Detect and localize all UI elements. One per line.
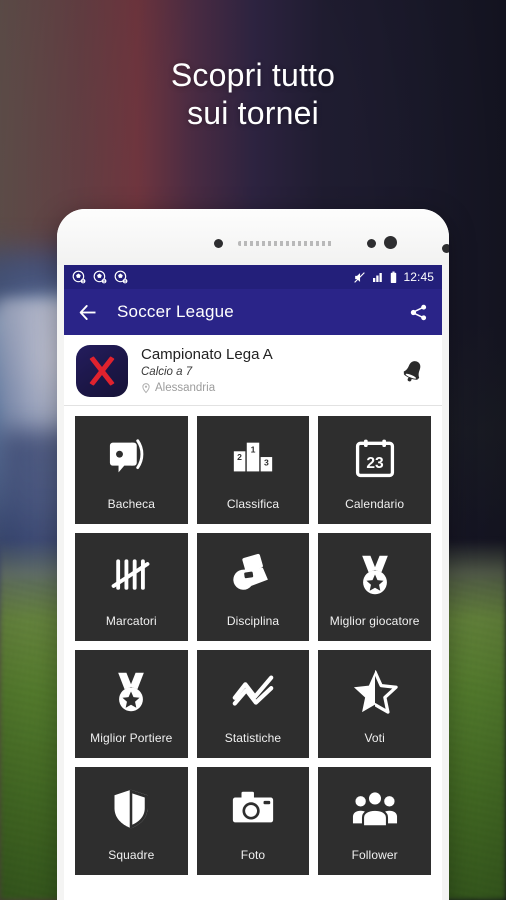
tile-miglior-portiere[interactable]: Miglior Portiere — [75, 650, 188, 758]
league-header-card[interactable]: Campionato Lega A Calcio a 7 Alessandria — [64, 335, 442, 406]
tile-label: Marcatori — [105, 614, 157, 628]
status-bar-system: 12:45 — [353, 271, 434, 284]
tile-foto[interactable]: Foto — [196, 767, 310, 875]
led-indicator-icon — [442, 244, 449, 253]
line-chart-icon — [230, 666, 276, 718]
page-title: Soccer League — [117, 302, 234, 321]
league-format: Calcio a 7 — [141, 365, 193, 378]
tile-squadre[interactable]: Squadre — [75, 767, 188, 875]
soccer-ball-notification-icon — [114, 270, 128, 284]
tile-marcatori[interactable]: Marcatori — [75, 533, 188, 641]
promo-headline: Scopri tutto sui tornei — [0, 56, 506, 132]
svg-text:3: 3 — [264, 458, 269, 468]
soccer-ball-notification-icon — [93, 270, 107, 284]
promo-screenshot: Scopri tutto sui tornei 12:45 Soccer Lea… — [0, 0, 506, 900]
status-bar-notifications — [72, 270, 128, 284]
proximity-sensor-icon — [214, 239, 223, 248]
shield-icon — [109, 783, 153, 835]
whistle-cards-icon — [230, 549, 276, 601]
tile-label: Miglior giocatore — [329, 614, 420, 628]
podium-icon: 2 1 3 — [230, 432, 276, 484]
back-arrow-icon[interactable] — [78, 302, 99, 323]
earpiece-speaker — [238, 241, 334, 246]
location-pin-icon — [141, 382, 151, 394]
front-camera-icon — [384, 236, 397, 249]
tile-label: Bacheca — [107, 497, 156, 511]
tile-label: Miglior Portiere — [90, 731, 173, 745]
phone-mockup: 12:45 Soccer League Campionato Lega A Ca… — [57, 209, 449, 900]
tile-label: Foto — [240, 848, 266, 862]
league-info: Campionato Lega A Calcio a 7 Alessandria — [141, 346, 392, 396]
svg-text:23: 23 — [366, 455, 384, 472]
tile-bacheca[interactable]: Bacheca — [75, 416, 188, 524]
tile-label: Follower — [351, 848, 398, 862]
people-group-icon — [352, 783, 398, 835]
tile-follower[interactable]: Follower — [318, 767, 431, 875]
tile-label: Squadre — [108, 848, 155, 862]
medal-star-icon — [353, 549, 397, 601]
league-name: Campionato Lega A — [141, 345, 273, 363]
tile-voti[interactable]: Voti — [318, 650, 431, 758]
soccer-ball-notification-icon — [72, 270, 86, 284]
tile-statistiche[interactable]: Statistiche — [196, 650, 310, 758]
tile-disciplina[interactable]: Disciplina — [196, 533, 310, 641]
tile-label: Statistiche — [224, 731, 282, 745]
status-bar-clock: 12:45 — [403, 270, 434, 284]
promo-headline-line1: Scopri tutto — [170, 57, 336, 93]
medal-star-icon — [109, 666, 153, 718]
announcement-icon — [108, 432, 154, 484]
tile-miglior-giocatore[interactable]: Miglior giocatore — [318, 533, 431, 641]
tally-marks-icon — [109, 549, 153, 601]
share-icon[interactable] — [409, 303, 428, 322]
tile-calendario[interactable]: 23 Calendario — [318, 416, 431, 524]
tile-label: Calendario — [345, 497, 405, 511]
league-location-label: Alessandria — [155, 381, 216, 394]
phone-bezel-top — [57, 209, 449, 265]
tile-label: Voti — [364, 731, 385, 745]
app-bar: Soccer League — [64, 289, 442, 335]
tile-label: Classifica — [226, 497, 280, 511]
camera-icon — [230, 783, 276, 835]
calendar-icon: 23 — [353, 432, 397, 484]
bell-icon[interactable] — [392, 358, 430, 384]
tile-label: Disciplina — [226, 614, 280, 628]
phone-screen: 12:45 Soccer League Campionato Lega A Ca… — [64, 265, 442, 900]
svg-text:1: 1 — [251, 444, 256, 454]
promo-headline-line2: sui tornei — [187, 95, 319, 131]
signal-icon — [373, 273, 383, 282]
half-star-icon — [352, 666, 398, 718]
tile-classifica[interactable]: 2 1 3 Classifica — [196, 416, 310, 524]
status-bar: 12:45 — [64, 265, 442, 289]
league-logo — [76, 344, 128, 397]
battery-icon — [391, 271, 397, 283]
light-sensor-icon — [367, 239, 376, 248]
svg-text:2: 2 — [237, 452, 242, 462]
league-location: Alessandria — [141, 381, 392, 396]
mute-icon — [354, 271, 366, 283]
feature-grid: Bacheca 2 1 3 Classifica 23 Calendario M… — [64, 406, 442, 875]
